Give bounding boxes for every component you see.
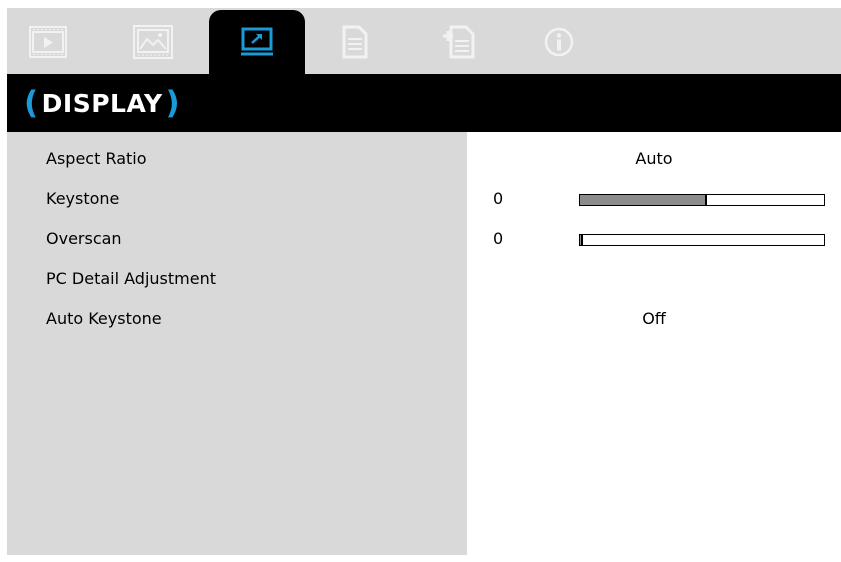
tab-image[interactable] [22,16,74,68]
keystone-slider-fill [580,195,707,205]
menu-item-pc-detail-adjustment[interactable]: PC Detail Adjustment [46,265,216,293]
value-panel: Auto 0 0 Off [467,132,841,555]
tab-bar [7,8,841,74]
overscan-slider[interactable] [579,234,825,246]
title-text: DISPLAY [41,88,163,118]
osd-menu: ( DISPLAY ) Aspect Ratio Keystone Oversc… [7,8,841,555]
overscan-slider-fill [580,235,583,245]
tab-picture[interactable] [127,16,179,68]
tab-setup[interactable] [329,16,381,68]
tab-info[interactable] [533,16,585,68]
info-icon [543,26,575,58]
film-icon [29,26,67,58]
auto-keystone-value[interactable]: Off [467,305,841,333]
overscan-value: 0 [493,229,504,248]
title-close-paren: ) [165,85,181,121]
picture-icon [133,25,173,59]
aspect-ratio-value[interactable]: Auto [467,145,841,173]
menu-item-overscan[interactable]: Overscan [46,225,122,253]
tab-options[interactable] [433,16,485,68]
keystone-slider[interactable] [579,194,825,206]
document-icon [341,24,369,60]
menu-list: Aspect Ratio Keystone Overscan PC Detail… [7,132,467,555]
display-icon [240,26,274,58]
keystone-value: 0 [493,189,504,208]
document-plus-icon [441,24,477,60]
page-title: ( DISPLAY ) [21,82,183,124]
menu-item-auto-keystone[interactable]: Auto Keystone [46,305,162,333]
menu-item-keystone[interactable]: Keystone [46,185,119,213]
tab-display[interactable] [209,10,305,74]
title-bar: ( DISPLAY ) [7,74,841,132]
menu-item-aspect-ratio[interactable]: Aspect Ratio [46,145,147,173]
title-open-paren: ( [24,85,39,121]
